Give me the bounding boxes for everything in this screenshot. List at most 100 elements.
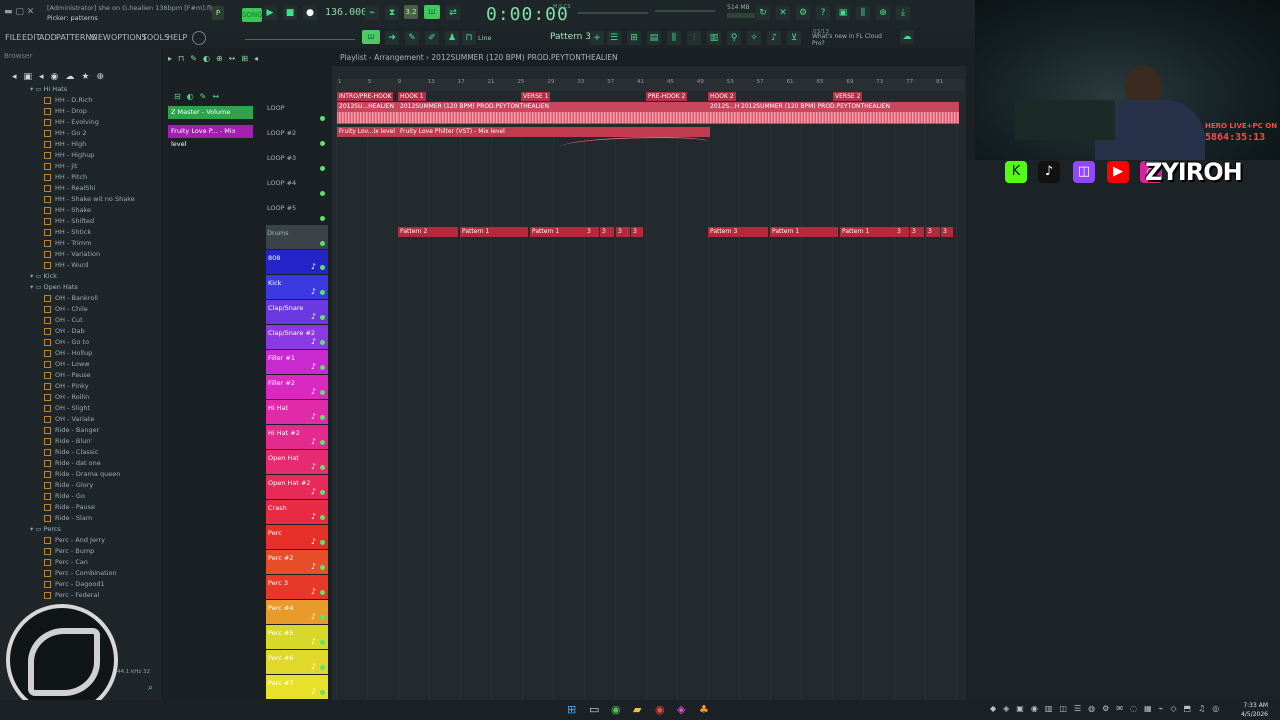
browser-item[interactable]: Perc - Federal (44, 590, 99, 601)
channel-led[interactable] (320, 465, 325, 470)
browser-icon[interactable]: ◉ (655, 703, 665, 716)
channel-row[interactable]: Perc #5 ♪ (266, 625, 328, 649)
pattern-mode-icon[interactable]: Ш (362, 30, 380, 44)
browser-item[interactable]: OH - Bankroll (44, 293, 98, 304)
channel-row[interactable]: Kick ♪ (266, 275, 328, 299)
channel-led[interactable] (320, 415, 325, 420)
channel-led[interactable] (320, 390, 325, 395)
speaker-icon[interactable]: ♪ (767, 31, 781, 45)
browser-item[interactable]: Ride - dat one (44, 458, 101, 469)
news-ticker[interactable]: What's new in FL Cloud Pro? (812, 33, 888, 47)
add-pattern-icon[interactable]: + (590, 31, 604, 45)
channel-row[interactable]: LOOP (266, 100, 328, 124)
browser-item[interactable]: HH - D.Rich (44, 95, 92, 106)
channel-led[interactable] (320, 590, 325, 595)
browser-item[interactable]: OH - Loww (44, 359, 90, 370)
channel-led[interactable] (320, 565, 325, 570)
channel-led[interactable] (320, 515, 325, 520)
section-marker[interactable]: VERSE 2 (833, 92, 863, 101)
pattern-clip[interactable]: 3 (941, 227, 953, 237)
channel-row[interactable]: Perc #6 ♪ (266, 650, 328, 674)
browser-item[interactable]: Ride - Go (44, 491, 85, 502)
browser-item[interactable]: HH - Wurd (44, 260, 88, 271)
browser-item[interactable]: OH - Slight (44, 403, 90, 414)
browser-item[interactable]: HH - Go 2 (44, 128, 86, 139)
channel-row[interactable]: Drums (266, 225, 328, 249)
song-mode-button[interactable]: SONG (242, 8, 263, 22)
channel-row[interactable]: Perc #2 ♪ (266, 550, 328, 574)
channel-led[interactable] (320, 116, 325, 121)
section-marker[interactable]: PRE-HOOK 2 (646, 92, 688, 101)
channel-led[interactable] (320, 191, 325, 196)
menu-view[interactable]: VIEW (90, 33, 111, 42)
browser-item[interactable]: HH - Shake (44, 205, 91, 216)
pattern-clip[interactable]: 3 (926, 227, 940, 237)
browser-item[interactable]: OH - Pause (44, 370, 91, 381)
browser-item[interactable]: HH - RealShi (44, 183, 95, 194)
browser-item[interactable]: HH - Pitch (44, 172, 87, 183)
channel-led[interactable] (320, 265, 325, 270)
mixer-view-icon[interactable]: ⫼ (667, 31, 681, 45)
browser-item[interactable]: HH - Drop (44, 106, 87, 117)
browser-item[interactable]: OH - Pinky (44, 381, 89, 392)
channel-row[interactable]: LOOP #4 (266, 175, 328, 199)
chrome-icon[interactable]: ◉ (611, 703, 621, 716)
channel-row[interactable]: Filler #1 ♪ (266, 350, 328, 374)
browser-view-icon[interactable]: ▥ (707, 31, 721, 45)
browser-item[interactable]: HH - Variation (44, 249, 100, 260)
channel-led[interactable] (320, 665, 325, 670)
channel-row[interactable]: Crash ♪ (266, 500, 328, 524)
windows-start-icon[interactable]: ⊞ (567, 703, 576, 716)
browser-folder[interactable]: ▾ ▭ Kick (30, 271, 57, 282)
browser-item[interactable]: OH - Variate (44, 414, 94, 425)
cart-icon[interactable]: ⊻ (787, 31, 801, 45)
pattern-clip[interactable]: 3 (616, 227, 630, 237)
pattern-clip[interactable]: 3 (585, 227, 599, 237)
browser-item[interactable]: Perc - Combination (44, 568, 117, 579)
task-view-icon[interactable]: ▭ (589, 703, 599, 716)
browser-item[interactable]: Ride - Banger (44, 425, 99, 436)
wand-icon[interactable]: ✧ (747, 31, 761, 45)
magnet-icon[interactable]: ⊓ (462, 31, 476, 45)
channel-led[interactable] (320, 141, 325, 146)
audio-clip[interactable]: 2012SU...HEALIEN (337, 102, 398, 124)
browser-item[interactable]: OH - Rollin (44, 392, 89, 403)
save-icon[interactable]: ▣ (836, 6, 850, 20)
browser-item[interactable]: HH - High (44, 139, 86, 150)
channel-led[interactable] (320, 540, 325, 545)
channel-led[interactable] (320, 490, 325, 495)
tools-icon[interactable]: ✕ (776, 6, 790, 20)
pattern-clip[interactable]: 3 (600, 227, 614, 237)
browser-item[interactable]: HH - Jit (44, 161, 78, 172)
menu-help[interactable]: HELP (167, 33, 187, 42)
menu-tools[interactable]: TOOLS (142, 33, 169, 42)
channel-led[interactable] (320, 690, 325, 695)
channel-led[interactable] (320, 241, 325, 246)
tempo-display[interactable]: 136.000 (325, 7, 367, 18)
gear-icon[interactable]: ⚙ (796, 6, 810, 20)
channel-led[interactable] (320, 615, 325, 620)
pattern-clip[interactable]: 3 (910, 227, 924, 237)
channel-led[interactable] (320, 365, 325, 370)
record-icon[interactable]: ● (303, 6, 317, 20)
master-volume-automation[interactable]: Z Master - Volume (168, 106, 253, 119)
refresh-icon[interactable]: ↻ (756, 6, 770, 20)
pattern-clip[interactable]: Pattern 1 (770, 227, 838, 237)
download-icon[interactable]: ⤓ (896, 6, 910, 20)
playlist-icon[interactable]: ☰ (607, 31, 621, 45)
play-icon[interactable]: ▶ (263, 6, 277, 20)
browser-item[interactable]: OH - Cut (44, 315, 83, 326)
menu-file[interactable]: FILE (5, 33, 21, 42)
channel-row[interactable]: Hi Hat ♪ (266, 400, 328, 424)
paint-icon[interactable]: ✎ (405, 31, 419, 45)
section-marker[interactable]: VERSE 1 (521, 92, 551, 101)
automation-clip[interactable]: Fruity Love Philter (VST) - Mix level (398, 127, 710, 137)
audio-clip[interactable]: 2012S...HEALIEN (708, 102, 739, 124)
browser-item[interactable]: HH - Highup (44, 150, 94, 161)
browser-item[interactable]: HH - Evolving (44, 117, 99, 128)
metronome-icon[interactable]: ⌁ (365, 6, 379, 20)
channel-led[interactable] (320, 290, 325, 295)
snap-selector[interactable]: Line (478, 34, 492, 42)
pattern-clip[interactable]: Pattern 2 (398, 227, 458, 237)
browser-item[interactable]: HH - Shtick (44, 227, 91, 238)
